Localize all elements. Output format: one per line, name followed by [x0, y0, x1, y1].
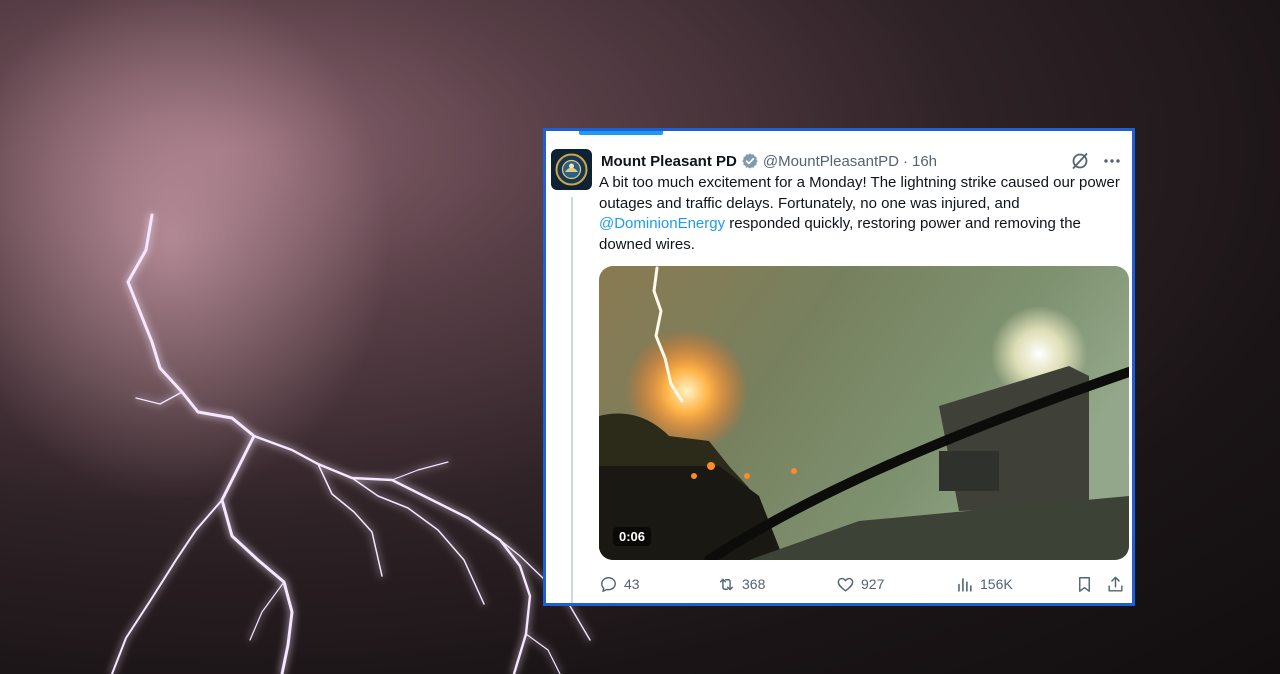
bookmark-button[interactable] — [1075, 572, 1100, 596]
views-button[interactable]: 156K — [955, 572, 1013, 596]
reply-count: 43 — [624, 576, 640, 592]
tweet-card[interactable]: Mount Pleasant PD @MountPleasantPD · 16h… — [543, 128, 1135, 606]
active-tab-indicator — [579, 131, 663, 135]
view-count: 156K — [980, 576, 1013, 592]
video-thumbnail — [599, 266, 1129, 560]
tweet-header: Mount Pleasant PD @MountPleasantPD · 16h — [601, 151, 937, 171]
video-duration: 0:06 — [613, 527, 652, 546]
video-player[interactable]: 0:06 — [599, 266, 1129, 560]
police-badge-avatar-icon — [551, 149, 592, 190]
timestamp[interactable]: 16h — [912, 153, 937, 170]
grok-icon[interactable] — [1070, 151, 1090, 171]
share-icon — [1108, 576, 1123, 592]
heart-icon — [837, 577, 854, 592]
analytics-icon — [958, 577, 972, 592]
tweet-actions: 43 368 927 156K — [599, 572, 1129, 596]
thread-line — [571, 197, 573, 603]
verified-badge-icon — [742, 153, 758, 169]
author-handle[interactable]: @MountPleasantPD — [763, 153, 899, 170]
repost-button[interactable]: 368 — [717, 572, 765, 596]
repost-icon — [719, 578, 734, 590]
reply-icon — [601, 576, 616, 592]
reply-button[interactable]: 43 — [599, 572, 640, 596]
separator-dot: · — [903, 152, 908, 170]
author-name[interactable]: Mount Pleasant PD — [601, 153, 737, 170]
bookmark-icon — [1079, 576, 1090, 592]
more-options-icon[interactable] — [1102, 151, 1122, 171]
share-button[interactable] — [1106, 572, 1131, 596]
avatar[interactable] — [551, 149, 592, 190]
header-actions — [1070, 151, 1122, 171]
mention-link[interactable]: @DominionEnergy — [599, 215, 725, 232]
like-button[interactable]: 927 — [836, 572, 884, 596]
tweet-text-part1: A bit too much excitement for a Monday! … — [599, 174, 1120, 212]
repost-count: 368 — [742, 576, 766, 592]
like-count: 927 — [861, 576, 885, 592]
tweet-text: A bit too much excitement for a Monday! … — [599, 173, 1121, 255]
